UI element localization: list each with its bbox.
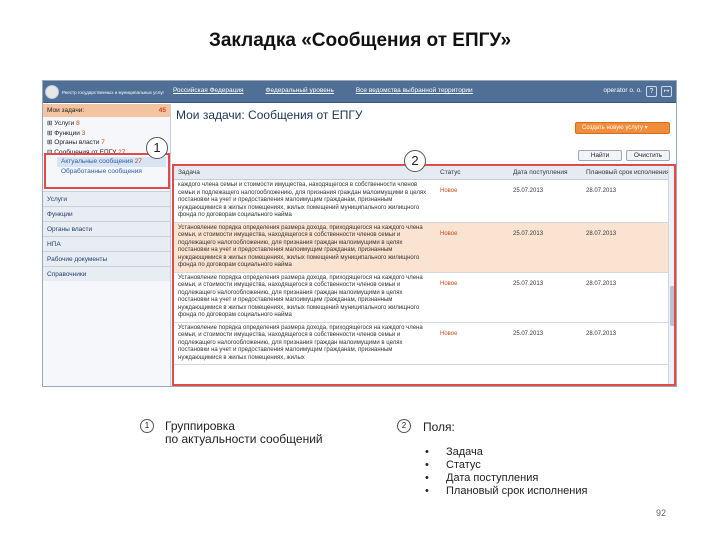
clear-button[interactable]: Очистить <box>626 150 670 161</box>
operator-name[interactable]: operator o. o. <box>603 87 642 94</box>
marker-1: 1 <box>146 137 168 159</box>
exit-icon[interactable]: ↦ <box>661 86 672 97</box>
note-marker-1: 1 <box>140 419 154 433</box>
my-tasks-label: Мои задачи: <box>47 107 85 114</box>
field-item: Задача <box>425 446 587 459</box>
field-item: Плановый срок исполнения <box>425 485 587 498</box>
nav-all-departments[interactable]: Все ведомства выбранной территории <box>356 87 473 94</box>
emblem-icon <box>45 85 59 99</box>
page-number: 92 <box>655 508 666 518</box>
find-button[interactable]: Найти <box>578 150 622 161</box>
tree-item-services[interactable]: ⊞ Услуги 8 <box>47 119 166 129</box>
note-grouping: Группировка по актуальности сообщений <box>165 419 323 446</box>
tree-item-functions[interactable]: ⊞ Функции 3 <box>47 129 166 139</box>
field-item: Статус <box>425 459 587 472</box>
sidebar-sections: Услуги Функции Органы власти НПА Рабочие… <box>43 191 170 281</box>
section-work-docs[interactable]: Рабочие документы <box>43 251 170 266</box>
create-service-button[interactable]: Создать новую услугу ▾ <box>575 122 670 134</box>
logo-text: Реестр государственных и муниципальных у… <box>62 89 165 95</box>
section-authorities[interactable]: Органы власти <box>43 221 170 236</box>
field-item: Дата поступления <box>425 472 587 485</box>
slide-title: Закладка «Сообщения от ЕПГУ» <box>208 30 512 51</box>
fields-list: Задача Статус Дата поступления Плановый … <box>425 446 587 498</box>
nav-russian-federation[interactable]: Российская Федерация <box>173 87 244 94</box>
help-icon[interactable]: ? <box>646 86 657 97</box>
logo[interactable]: Реестр государственных и муниципальных у… <box>45 83 169 101</box>
top-icons: ? ↦ <box>646 86 672 97</box>
note-marker-2: 2 <box>397 419 411 433</box>
section-directories[interactable]: Справочники <box>43 266 170 281</box>
page-title: Мои задачи: Сообщения от ЕПГУ <box>176 108 363 122</box>
my-tasks-header[interactable]: Мои задачи: 45 <box>43 104 170 117</box>
marker-2: 2 <box>404 150 426 172</box>
section-npa[interactable]: НПА <box>43 236 170 251</box>
highlight-box-1 <box>44 153 170 189</box>
nav-federal-level[interactable]: Федеральный уровень <box>266 87 334 94</box>
section-services[interactable]: Услуги <box>43 191 170 206</box>
top-nav: Российская Федерация Федеральный уровень… <box>173 87 473 94</box>
my-tasks-count: 45 <box>158 107 166 114</box>
note-fields-label: Поля: <box>423 420 455 434</box>
top-bar: Реестр государственных и муниципальных у… <box>43 81 676 103</box>
highlight-box-2 <box>172 164 676 386</box>
section-functions[interactable]: Функции <box>43 206 170 221</box>
